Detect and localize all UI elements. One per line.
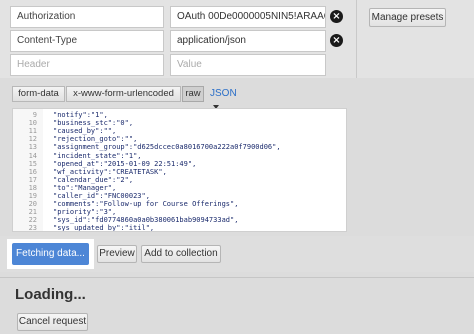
tab-x-www-form-urlencoded[interactable]: x-www-form-urlencoded — [66, 86, 181, 102]
manage-presets-button[interactable]: Manage presets — [369, 8, 446, 27]
send-button[interactable]: Fetching data... — [12, 243, 89, 265]
tab-form-data[interactable]: form-data — [12, 86, 65, 102]
close-circle-icon[interactable]: × — [330, 10, 343, 23]
tab-raw[interactable]: raw — [182, 86, 204, 102]
header-row-new: Header Value — [0, 52, 360, 78]
header-value-input[interactable]: Value — [170, 54, 326, 76]
line-number: 23 — [28, 224, 37, 232]
preview-button[interactable]: Preview — [97, 245, 137, 263]
header-key-field[interactable]: Authorization — [10, 6, 164, 28]
header-row-content-type: Content-Type application/json × — [0, 28, 360, 54]
format-select-label: JSON — [210, 88, 237, 99]
divider — [356, 0, 357, 78]
code-line: 23 "sys_updated_by":"itil", — [13, 224, 346, 232]
header-row-authorization: Authorization OAuth 00De0000005NIN5!ARAA… — [0, 4, 360, 30]
header-value-field[interactable]: application/json — [170, 30, 326, 52]
fetch-highlight: Fetching data... — [7, 239, 94, 269]
raw-body-editor[interactable]: 9 "notify":"1", 10 "business_stc":"0", 11 "ca… — [12, 108, 347, 232]
add-to-collection-button[interactable]: Add to collection — [141, 245, 221, 263]
close-circle-icon[interactable]: × — [330, 34, 343, 47]
headers-panel: Authorization OAuth 00De0000005NIN5!ARAA… — [0, 0, 474, 78]
loading-text: Loading... — [15, 286, 86, 303]
cancel-request-button[interactable]: Cancel request — [17, 313, 88, 331]
header-key-field[interactable]: Content-Type — [10, 30, 164, 52]
code-text: "sys_updated_by":"itil", — [53, 224, 155, 232]
header-value-field[interactable]: OAuth 00De0000005NIN5!ARAAQE40j — [170, 6, 326, 28]
divider — [0, 277, 474, 278]
header-key-input[interactable]: Header — [10, 54, 164, 76]
